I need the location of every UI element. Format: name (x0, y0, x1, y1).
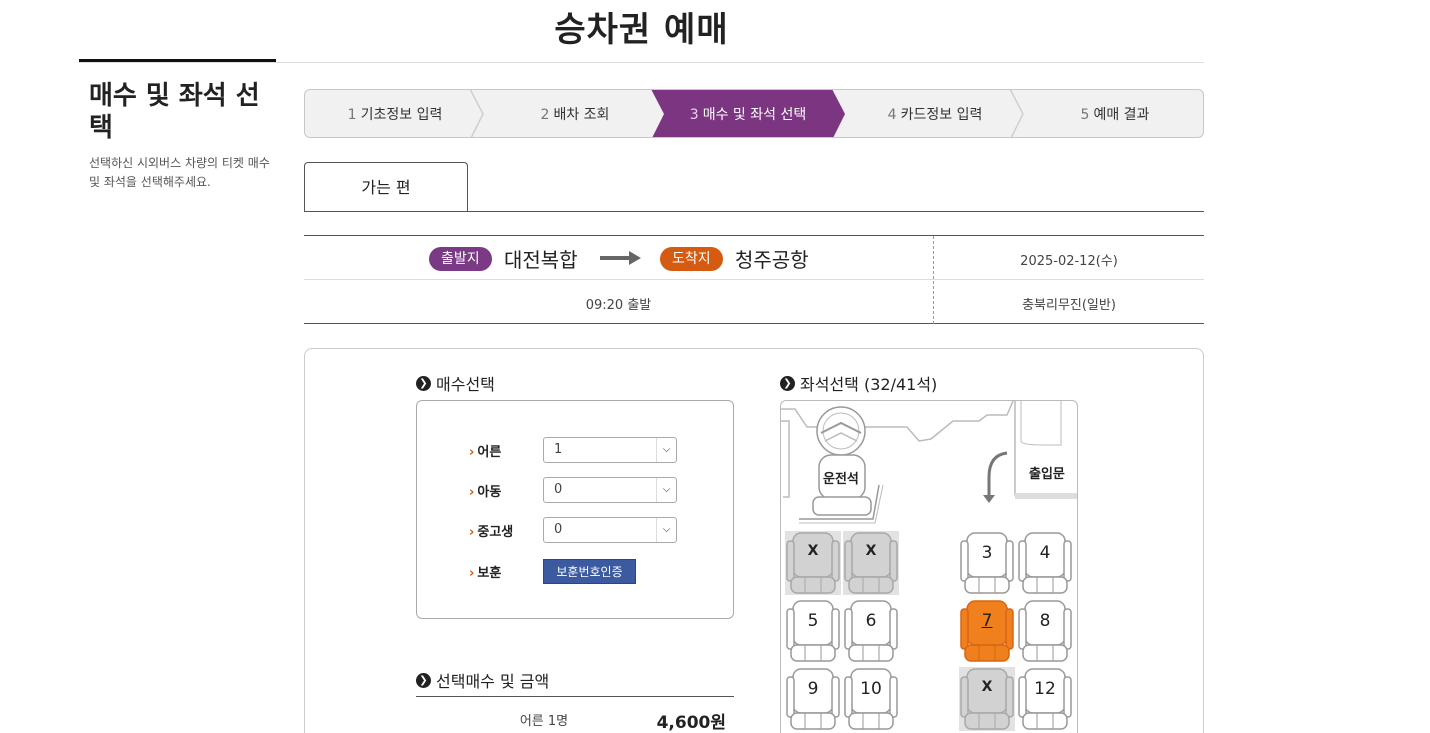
child-count-select[interactable]: 0 ⌵ (543, 477, 677, 503)
seat-available[interactable]: 6 (843, 599, 899, 663)
route-info: 출발지 대전복합 도착지 청주공항 2025-02-12(수) 09:20 출발… (304, 235, 1204, 324)
qty-label-adult: › 어른 (469, 444, 502, 460)
seat-available[interactable]: 9 (785, 667, 841, 731)
seat-available[interactable]: 8 (1017, 599, 1073, 663)
section-title: 매수 및 좌석 선택 (89, 81, 260, 143)
departure-badge: 출발지 (429, 247, 492, 271)
seat-number: 10 (860, 679, 882, 699)
seat-selected[interactable]: 7 (959, 599, 1015, 663)
seat-available[interactable]: 12 (1017, 667, 1073, 731)
seat-available[interactable]: 5 (785, 599, 841, 663)
seat-number: 6 (865, 611, 877, 631)
door-label: 출입문 (1029, 467, 1065, 482)
tab-outbound[interactable]: 가는 편 (304, 162, 468, 212)
seat-number: 9 (807, 679, 819, 699)
seat-number: 8 (1039, 611, 1051, 631)
seat-icon (785, 531, 841, 595)
travel-date: 2025-02-12(수) (1020, 254, 1118, 269)
seat-icon (1018, 600, 1072, 662)
chevron-down-icon: ⌵ (656, 518, 676, 542)
seat-number: 5 (807, 611, 819, 631)
departure-time: 09:20 출발 (585, 298, 652, 313)
seat-icon (960, 532, 1014, 594)
veteran-verify-button[interactable]: 보훈번호인증 (543, 558, 636, 584)
section-description: 선택하신 시외버스 차량의 티켓 매수 및 좌석을 선택해주세요. (89, 156, 270, 189)
seat-icon (1018, 532, 1072, 594)
qty-label-veteran: › 보훈 (469, 565, 502, 581)
seat-icon (959, 667, 1015, 731)
summary-passenger-label: 어른 1명 (519, 714, 569, 729)
chevron-right-icon: ❯ (416, 672, 431, 688)
chevron-icon: › (469, 565, 475, 581)
seat-taken: X (785, 531, 841, 595)
quantity-title-text: 매수선택 (436, 375, 495, 394)
page-title: 승차권 예매 (554, 10, 729, 50)
qty-label-student: › 중고생 (469, 524, 514, 540)
progress-steps: 1 기초정보 입력 2 배차 조회 3 매수 및 좌석 선택 4 카드정보 입력 5 예매… (304, 89, 1204, 138)
qty-label-child: › 아동 (469, 484, 502, 500)
seat-icon (1018, 668, 1072, 730)
tab-underline (304, 211, 1204, 212)
summary-title-text: 선택매수 및 금액 (436, 672, 550, 691)
seat-available[interactable]: 4 (1017, 531, 1073, 595)
seat-number: 3 (981, 543, 993, 563)
seat-number: X (807, 543, 819, 559)
header-divider (79, 62, 1204, 63)
seat-icon (843, 531, 899, 595)
driver-seat-label: 운전석 (823, 472, 859, 487)
chevron-right-icon: ❯ (416, 375, 431, 391)
seat-taken: X (843, 531, 899, 595)
seat-icon (960, 600, 1014, 662)
quantity-box: › 어른 1 ⌵ › 아동 0 ⌵ › 중고생 0 ⌵ › 보훈 보훈번호인증 (416, 400, 734, 619)
qty-row-veteran: › 보훈 보훈번호인증 (469, 558, 636, 584)
chevron-down-icon: ⌵ (656, 438, 676, 462)
qty-row-child: › 아동 0 ⌵ (469, 477, 677, 503)
summary-amount: 4,600원 (656, 713, 726, 733)
seat-number: X (981, 679, 993, 695)
bus-seat-map: 운전석 출입문 X X 3 4 5 6 7 8 9 10 X 12 (780, 400, 1078, 733)
step-4: 4 카드정보 입력 (887, 107, 983, 123)
route-divider (304, 279, 1204, 280)
step-1: 1 기초정보 입력 (347, 107, 443, 123)
seat-title-text: 좌석선택 (32/41석) (800, 375, 938, 394)
bus-company: 충북리무진(일반) (1022, 298, 1116, 313)
step-3-active: 3 매수 및 좌석 선택 (689, 107, 807, 123)
departure-station: 대전복합 (504, 248, 578, 272)
seat-icon (786, 600, 840, 662)
seat-icon (844, 600, 898, 662)
seat-available[interactable]: 10 (843, 667, 899, 731)
seat-available[interactable]: 3 (959, 531, 1015, 595)
chevron-icon: › (469, 484, 475, 500)
seat-icon (786, 668, 840, 730)
quantity-title: ❯ 매수선택 (416, 371, 495, 395)
chevron-icon: › (469, 444, 475, 460)
seat-number: 4 (1039, 543, 1051, 563)
adult-count-select[interactable]: 1 ⌵ (543, 437, 677, 463)
chevron-down-icon: ⌵ (656, 478, 676, 502)
arrival-station: 청주공항 (735, 248, 809, 272)
step-2: 2 배차 조회 (540, 107, 610, 123)
seat-number: X (865, 543, 877, 559)
seat-taken: X (959, 667, 1015, 731)
chevron-right-icon: ❯ (780, 375, 795, 391)
seat-number: 12 (1034, 679, 1056, 699)
summary-title: ❯ 선택매수 및 금액 (416, 668, 549, 692)
student-count-select[interactable]: 0 ⌵ (543, 517, 677, 543)
qty-row-adult: › 어른 1 ⌵ (469, 437, 677, 463)
summary-divider (416, 696, 734, 697)
arrival-badge: 도착지 (660, 247, 723, 271)
arrow-right-icon (600, 251, 641, 265)
seat-title: ❯ 좌석선택 (32/41석) (780, 371, 937, 395)
step-5: 5 예매 결과 (1080, 107, 1150, 123)
chevron-icon: › (469, 524, 475, 540)
seat-icon (844, 668, 898, 730)
qty-row-student: › 중고생 0 ⌵ (469, 517, 677, 543)
seat-number: 7 (981, 611, 993, 631)
